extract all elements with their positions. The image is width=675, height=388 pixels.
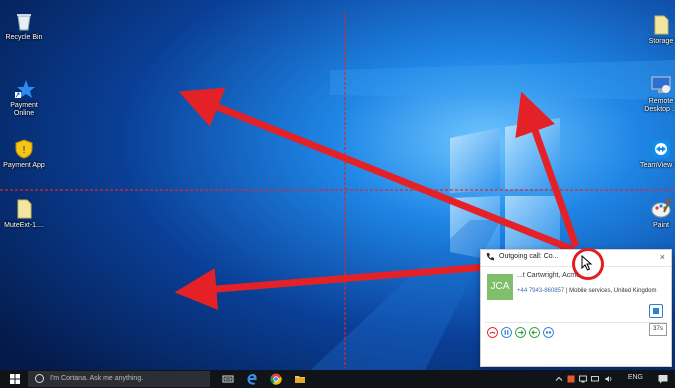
display-tray-icon[interactable] (591, 375, 599, 383)
paint-icon (651, 198, 672, 218)
call-timer: 37s (649, 323, 667, 336)
icon-label: Payment App (3, 162, 45, 169)
contact-card-button[interactable] (649, 304, 663, 318)
hold-icon[interactable] (501, 327, 512, 338)
desktop-icon-payment-app[interactable]: ! Payment App (0, 138, 48, 170)
payment-online-icon (15, 80, 35, 98)
icon-label: Remote Desktop ... (644, 98, 675, 113)
chrome-icon[interactable] (270, 373, 282, 385)
desktop-icon-storage[interactable]: Storage (637, 14, 675, 46)
recycle-bin-icon (17, 14, 31, 31)
taskbar: I'm Cortana. Ask me anything. ENG (0, 370, 675, 388)
avatar: JCA (487, 274, 513, 300)
storage-icon (654, 15, 669, 35)
icon-label: Storage (648, 38, 674, 45)
desktop-icon-payment-online[interactable]: Payment Online (0, 78, 48, 118)
desktop-icon-paint[interactable]: Paint (637, 198, 675, 230)
desktop-icon-teamviewer[interactable]: TeamView 10 (637, 138, 675, 170)
call-actions-bar (485, 322, 667, 339)
chevron-up-icon[interactable] (555, 375, 563, 383)
contact-number[interactable]: +44 7943-860857 (517, 288, 564, 294)
close-icon[interactable]: × (660, 252, 665, 262)
network-tray-icon[interactable] (579, 375, 587, 383)
consult-icon[interactable] (529, 327, 540, 338)
file-explorer-icon[interactable] (294, 373, 306, 385)
transfer-icon[interactable] (515, 327, 526, 338)
file-icon (17, 199, 32, 219)
volume-icon[interactable] (605, 375, 613, 383)
language-indicator[interactable]: ENG (628, 374, 643, 381)
cortana-search-box[interactable]: I'm Cortana. Ask me anything. (28, 371, 210, 387)
icon-label: Payment Online (10, 102, 38, 117)
desktop-icon-muteext[interactable]: MuteExt-1.... (0, 198, 48, 230)
contact-number-line: +44 7943-860857 | Mobile services, Unite… (517, 288, 657, 294)
contact-card-icon (653, 308, 659, 314)
edge-browser-icon[interactable] (246, 373, 258, 385)
search-placeholder: I'm Cortana. Ask me anything. (50, 375, 144, 382)
payment-app-icon: ! (15, 139, 33, 159)
number-detail: | Mobile services, United Kingdom (565, 288, 657, 294)
action-center-icon[interactable] (657, 373, 669, 385)
desktop-icon-remote-desktop[interactable]: Remote Desktop ... (637, 74, 675, 114)
icon-label: TeamView 10 (640, 162, 675, 169)
svg-text:!: ! (23, 145, 26, 156)
conference-icon[interactable] (543, 327, 554, 338)
hang-up-icon[interactable] (487, 327, 498, 338)
icon-label: MuteExt-1.... (4, 222, 44, 229)
popup-title: Outgoing call: Co... (499, 253, 559, 260)
mouse-pointer-icon (581, 255, 593, 271)
task-view-icon[interactable] (222, 373, 234, 385)
desktop-screen: Recycle Bin Payment Online ! Payment App… (0, 0, 675, 388)
cortana-icon (35, 374, 44, 383)
icon-label: Paint (653, 222, 669, 229)
icon-label: Recycle Bin (5, 34, 43, 41)
phone-icon (486, 253, 494, 261)
desktop-icon-recycle-bin[interactable]: Recycle Bin (0, 10, 48, 42)
remote-desktop-icon (651, 76, 671, 93)
cursor-highlight (572, 248, 604, 280)
windows-start-icon[interactable] (10, 374, 20, 384)
app-tray-icon[interactable] (567, 375, 575, 383)
teamviewer-icon (652, 140, 670, 158)
